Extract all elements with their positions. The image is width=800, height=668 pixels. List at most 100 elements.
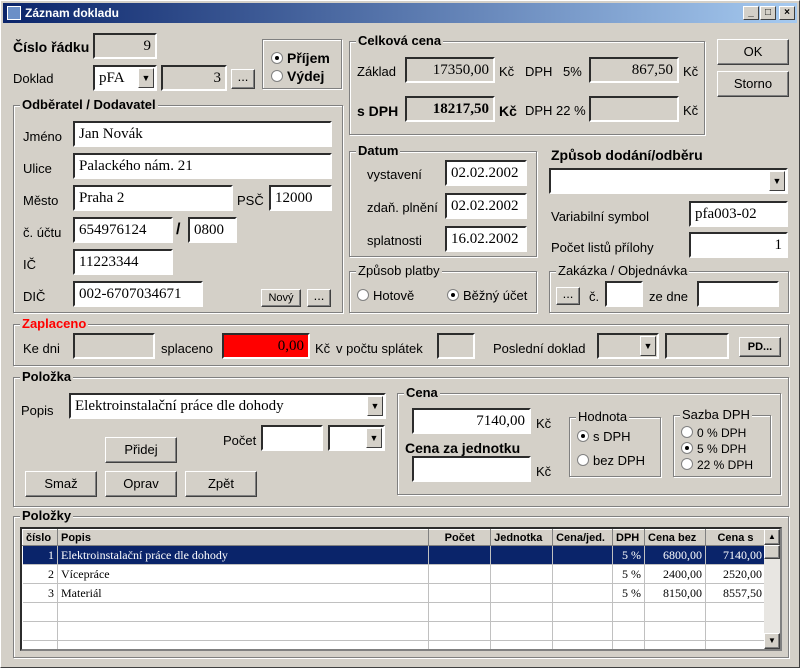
- ulice-field[interactable]: Palackého nám. 21: [73, 153, 332, 179]
- popis-select[interactable]: Elektroinstalační práce dle dohody ▼: [69, 393, 386, 419]
- table-row[interactable]: [22, 640, 767, 649]
- cell-cena-s: 7140,00: [705, 545, 767, 565]
- ok-button[interactable]: OK: [717, 39, 789, 65]
- window-title: Záznam dokladu: [25, 6, 120, 20]
- zakazka-browse-button[interactable]: ...: [556, 287, 580, 305]
- zdan-field[interactable]: 02.02.2002: [445, 193, 527, 219]
- ucet-label: č. účtu: [23, 225, 62, 240]
- ic-field[interactable]: 11223344: [73, 249, 173, 275]
- ic-label: IČ: [23, 257, 36, 272]
- radio-prijem[interactable]: Příjem: [271, 50, 330, 66]
- doklad-type-select[interactable]: pFA ▼: [93, 65, 157, 91]
- col-popis[interactable]: Popis: [56, 529, 430, 546]
- zpusob-dodani-select[interactable]: ▼: [549, 168, 788, 194]
- smaz-button[interactable]: Smaž: [25, 471, 97, 497]
- maximize-icon[interactable]: □: [760, 6, 776, 20]
- col-cena-jed[interactable]: Cena/jed.: [552, 529, 614, 546]
- radio-bez-dph[interactable]: bez DPH: [577, 453, 645, 468]
- radio-bezny[interactable]: Běžný účet: [447, 288, 527, 303]
- celkova-cena-legend: Celková cena: [356, 33, 444, 48]
- scroll-thumb[interactable]: [764, 545, 780, 559]
- pocet-listu-field[interactable]: 1: [689, 232, 788, 258]
- dic-field[interactable]: 002-6707034671: [73, 281, 203, 307]
- zpusob-dodani-label: Způsob dodání/odběru: [551, 147, 703, 163]
- radio-5-dph[interactable]: 5 % DPH: [681, 442, 746, 456]
- psc-label: PSČ: [237, 193, 264, 208]
- zaplaceno-legend: Zaplaceno: [20, 316, 89, 331]
- zpet-button[interactable]: Zpět: [185, 471, 257, 497]
- radio-vydej[interactable]: Výdej: [271, 68, 324, 84]
- odberatel-browse-button[interactable]: ...: [307, 289, 331, 307]
- banka-field[interactable]: 0800: [188, 217, 237, 243]
- minimize-icon[interactable]: _: [743, 6, 759, 20]
- col-cena-s[interactable]: Cena s: [704, 529, 767, 546]
- scroll-up-icon[interactable]: ▲: [764, 529, 780, 545]
- cena-za-jednotku-kc: Kč: [536, 464, 552, 479]
- cena-za-jednotku-field[interactable]: [412, 456, 531, 482]
- oprav-button[interactable]: Oprav: [105, 471, 177, 497]
- polozky-grid[interactable]: číslo Popis Počet Jednotka Cena/jed. DPH…: [20, 527, 782, 651]
- datum-legend: Datum: [356, 143, 401, 158]
- splatnost-field[interactable]: 16.02.2002: [445, 226, 527, 252]
- cena-za-jednotku-label: Cena za jednotku: [405, 440, 521, 456]
- dic-label: DIČ: [23, 289, 46, 304]
- close-icon[interactable]: ×: [779, 6, 795, 20]
- psc-field[interactable]: 12000: [269, 185, 332, 211]
- scroll-down-icon[interactable]: ▼: [764, 633, 780, 649]
- chevron-down-icon[interactable]: ▼: [138, 68, 154, 88]
- vertical-scrollbar[interactable]: ▲ ▼: [764, 529, 780, 649]
- novy-button[interactable]: Nový: [261, 289, 301, 307]
- cell-dph: 5 %: [612, 583, 646, 603]
- jednotka-select[interactable]: ▼: [328, 425, 385, 451]
- col-cena-bez[interactable]: Cena bez: [644, 529, 706, 546]
- table-row[interactable]: 2 Vícepráce 5 % 2400,00 2520,00: [22, 564, 767, 584]
- col-cislo[interactable]: číslo: [22, 529, 58, 546]
- chevron-down-icon: ▼: [640, 336, 656, 356]
- pridej-button[interactable]: Přidej: [105, 437, 177, 463]
- mesto-field[interactable]: Praha 2: [73, 185, 233, 211]
- col-pocet[interactable]: Počet: [428, 529, 492, 546]
- ze-dne-label: ze dne: [649, 289, 689, 304]
- chevron-down-icon[interactable]: ▼: [367, 396, 383, 416]
- radio-22-dph[interactable]: 22 % DPH: [681, 458, 753, 472]
- mesto-label: Město: [23, 193, 59, 208]
- zakazka-legend: Zakázka / Objednávka: [556, 263, 690, 278]
- variabilni-field[interactable]: pfa003-02: [689, 201, 788, 227]
- splaceno-field: 0,00: [222, 333, 310, 359]
- col-dph[interactable]: DPH: [612, 529, 646, 546]
- zakazka-c-field[interactable]: [605, 281, 643, 307]
- title-bar[interactable]: Záznam dokladu _ □ ×: [3, 3, 797, 23]
- doklad-browse-button[interactable]: ...: [231, 69, 255, 89]
- radio-s-dph-label: s DPH: [593, 429, 631, 444]
- cell-dph: 5 %: [612, 564, 646, 584]
- posledni-field: [665, 333, 729, 359]
- storno-button[interactable]: Storno: [717, 71, 789, 97]
- chevron-down-icon[interactable]: ▼: [366, 428, 382, 448]
- pd-button[interactable]: PD...: [739, 337, 781, 357]
- cena-field[interactable]: 7140,00: [412, 408, 531, 434]
- radio-dot-icon: [681, 426, 693, 438]
- radio-0-dph[interactable]: 0 % DPH: [681, 426, 746, 440]
- table-row[interactable]: [22, 602, 767, 622]
- radio-prijem-label: Příjem: [287, 50, 330, 66]
- ucet-field[interactable]: 654976124: [73, 217, 173, 243]
- table-header: číslo Popis Počet Jednotka Cena/jed. DPH…: [22, 529, 767, 546]
- table-row[interactable]: 1 Elektroinstalační práce dle dohody 5 %…: [22, 545, 767, 565]
- radio-hotove[interactable]: Hotově: [357, 288, 414, 303]
- doklad-type-value: pFA: [99, 70, 125, 86]
- pocet-field[interactable]: [261, 425, 323, 451]
- vystaveni-field[interactable]: 02.02.2002: [445, 160, 527, 186]
- chevron-down-icon[interactable]: ▼: [769, 171, 785, 191]
- splaceno-kc: Kč: [315, 341, 331, 356]
- table-row[interactable]: [22, 621, 767, 641]
- jmeno-field[interactable]: Jan Novák: [73, 121, 332, 147]
- col-jednotka[interactable]: Jednotka: [490, 529, 554, 546]
- cena-legend: Cena: [404, 385, 440, 400]
- zdan-label: zdaň. plnění: [367, 200, 438, 215]
- table-row[interactable]: 3 Materiál 5 % 8150,00 8557,50: [22, 583, 767, 603]
- radio-s-dph[interactable]: s DPH: [577, 429, 631, 444]
- hodnota-group: Hodnota: [569, 409, 661, 477]
- splatek-field: [437, 333, 475, 359]
- ze-dne-field[interactable]: [697, 281, 779, 307]
- ke-dni-label: Ke dni: [23, 341, 60, 356]
